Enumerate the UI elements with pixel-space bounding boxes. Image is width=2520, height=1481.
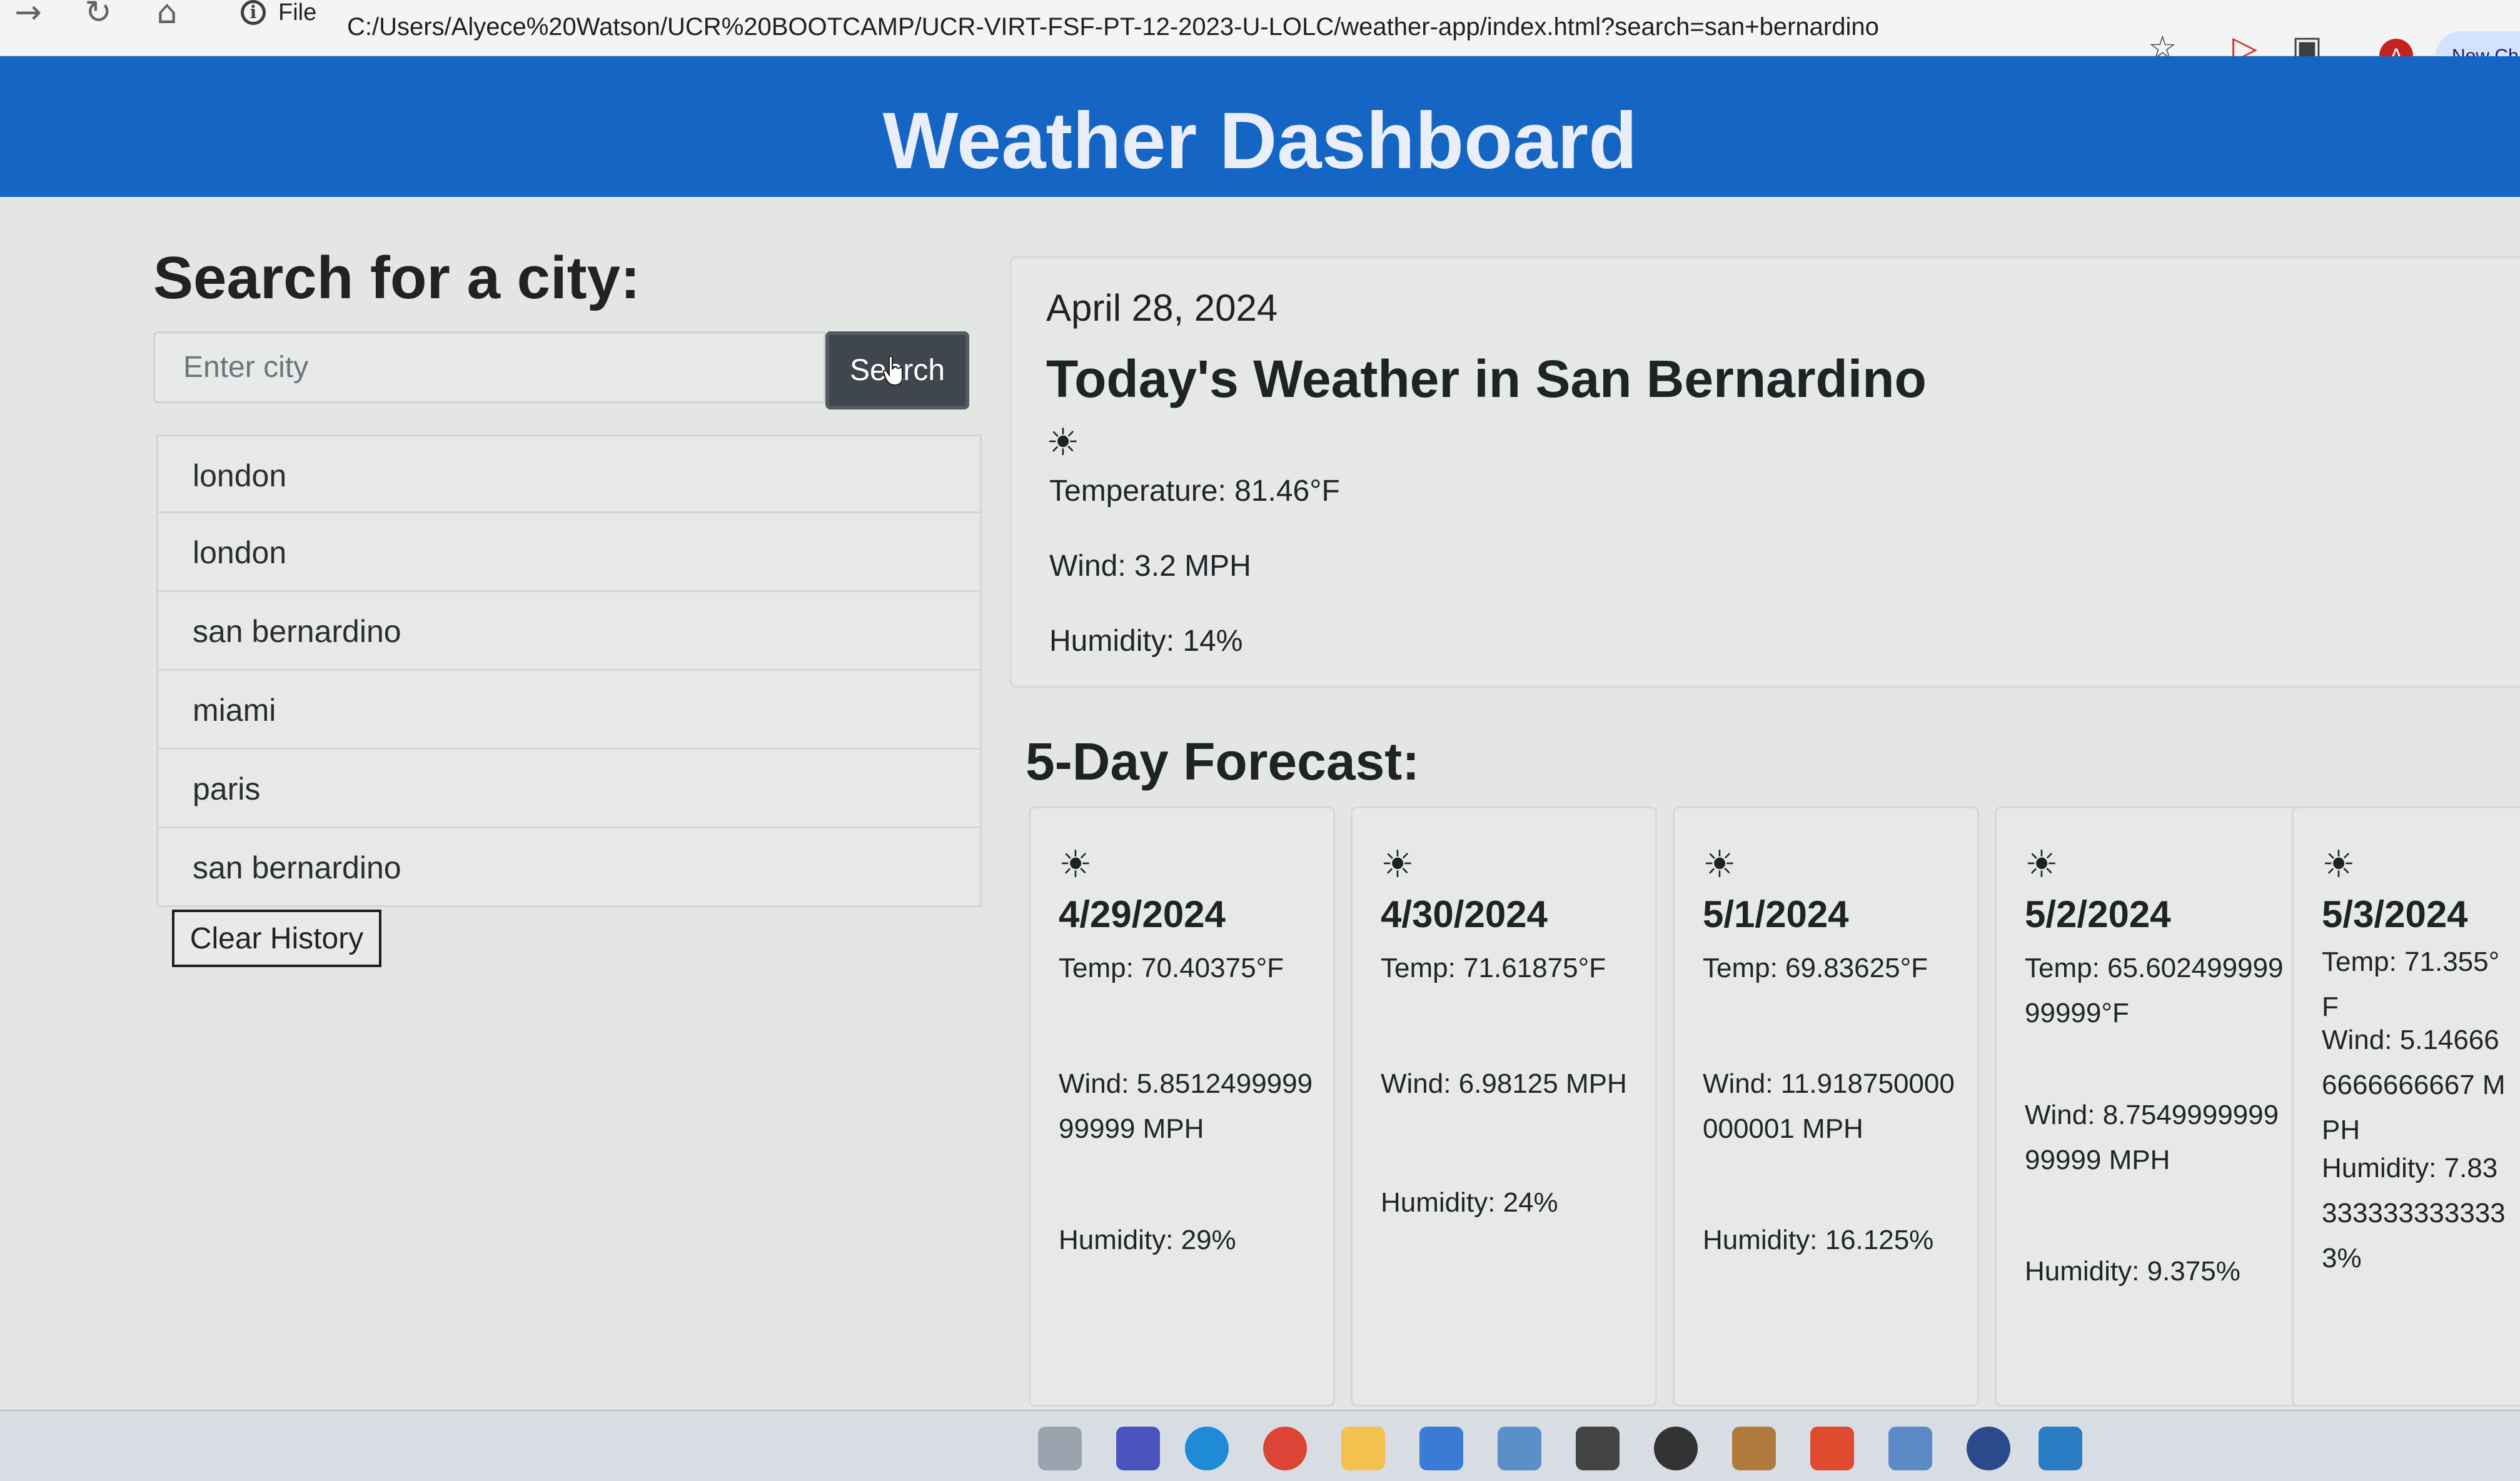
app-icon[interactable] [1888,1427,1932,1470]
current-date: April 28, 2024 [1046,287,1278,329]
forecast-date: 4/30/2024 [1381,893,1548,935]
forecast-temp: Temp: 70.40375°F [1059,953,1284,983]
history-item[interactable]: san bernardino [156,592,982,671]
taskbar [0,1410,2520,1481]
forecast-heading: 5-Day Forecast: [1026,732,1420,791]
forecast-card: ☀ 5/2/2024 Temp: 65.60249999999999°F Win… [1995,806,2301,1407]
forecast-card: ☀ 5/1/2024 Temp: 69.83625°F Wind: 11.918… [1673,806,1979,1407]
current-wind: Wind: 3.2 MPH [1049,550,1251,583]
forecast-temp: Temp: 65.60249999999999°F [2025,953,2284,1028]
slides-icon[interactable] [1810,1427,1854,1470]
home-icon[interactable]: ⌂ [145,0,189,29]
history-item[interactable]: san bernardino [156,828,982,907]
forecast-humidity: Humidity: 24% [1381,1187,1558,1218]
file-label: File [278,0,317,26]
forecast-humidity: Humidity: 9.375% [2025,1256,2240,1287]
browser-toolbar: → ↻ ⌂ i File C:/Users/Alyece%20Watson/UC… [0,0,2520,81]
city-search-input[interactable] [153,331,825,403]
reload-icon[interactable]: ↻ [76,0,120,29]
app-icon[interactable] [1967,1427,2010,1470]
forecast-card: ☀ 4/30/2024 Temp: 71.61875°F Wind: 6.981… [1351,806,1657,1407]
forecast-date: 5/3/2024 [2322,893,2468,935]
forecast-card: ☀ 5/3/2024 Temp: 71.355°F Wind: 5.146666… [2292,806,2520,1407]
git-icon[interactable] [1576,1427,1620,1470]
forecast-wind: Wind: 5.851249999999999 MPH [1059,1068,1313,1144]
screen: → ↻ ⌂ i File C:/Users/Alyece%20Watson/UC… [0,0,2520,1481]
sun-icon: ☀ [2025,843,2059,886]
forecast-date: 4/29/2024 [1059,893,1226,935]
outlook-icon[interactable] [1498,1427,1541,1470]
history-item[interactable]: london [156,513,982,592]
forecast-humidity: Humidity: 29% [1059,1225,1236,1255]
forecast-temp: Temp: 69.83625°F [1703,953,1928,983]
current-humidity: Humidity: 14% [1049,625,1243,658]
current-temperature: Temperature: 81.46°F [1049,474,1340,508]
sun-icon: ☀ [1046,421,1080,464]
chrome-icon[interactable] [1263,1427,1307,1470]
address-bar[interactable]: C:/Users/Alyece%20Watson/UCR%20BOOTCAMP/… [347,11,1879,43]
app-icon[interactable] [1732,1427,1776,1470]
forecast-humidity: Humidity: 7.833333333333333% [2322,1153,2506,1273]
search-heading: Search for a city: [153,244,640,311]
current-weather-title: Today's Weather in San Bernardino [1046,349,1927,408]
site-info-icon[interactable]: i [241,0,266,25]
forecast-wind: Wind: 11.918750000000001 MPH [1703,1068,1955,1144]
current-weather-card: April 28, 2024 Today's Weather in San Be… [1010,256,2520,688]
forecast-temp: Temp: 71.61875°F [1381,953,1606,983]
sun-icon: ☀ [1703,843,1736,886]
hand-cursor-icon [883,355,903,386]
history-item[interactable]: london [156,434,982,513]
forecast-card: ☀ 4/29/2024 Temp: 70.40375°F Wind: 5.851… [1029,806,1335,1407]
forecast-wind: Wind: 5.146666666666667 MPH [2322,1025,2506,1145]
app-icon[interactable] [1654,1427,1698,1470]
vscode-icon[interactable] [2039,1427,2082,1470]
task-view-icon[interactable] [1038,1427,1082,1470]
forecast-date: 5/1/2024 [1703,893,1849,935]
search-history-list: london london san bernardino miami paris… [156,434,982,907]
clear-history-button[interactable]: Clear History [172,910,381,967]
forecast-wind: Wind: 6.98125 MPH [1381,1068,1627,1099]
forecast-humidity: Humidity: 16.125% [1703,1225,1934,1255]
history-item[interactable]: paris [156,750,982,828]
sun-icon: ☀ [2322,843,2356,886]
edge-icon[interactable] [1185,1427,1229,1470]
photos-icon[interactable] [1419,1427,1463,1470]
sun-icon: ☀ [1381,843,1414,886]
forecast-wind: Wind: 8.754999999999999 MPH [2025,1100,2279,1175]
sun-icon: ☀ [1059,843,1092,886]
forecast-temp: Temp: 71.355°F [2322,946,2500,1022]
forecast-date: 5/2/2024 [2025,893,2171,935]
page-title: Weather Dashboard [882,96,1638,186]
file-explorer-icon[interactable] [1341,1427,1385,1470]
history-item[interactable]: miami [156,671,982,750]
forward-icon[interactable]: → [6,0,50,29]
teams-icon[interactable] [1116,1427,1160,1470]
app-header: Weather Dashboard [0,56,2520,197]
